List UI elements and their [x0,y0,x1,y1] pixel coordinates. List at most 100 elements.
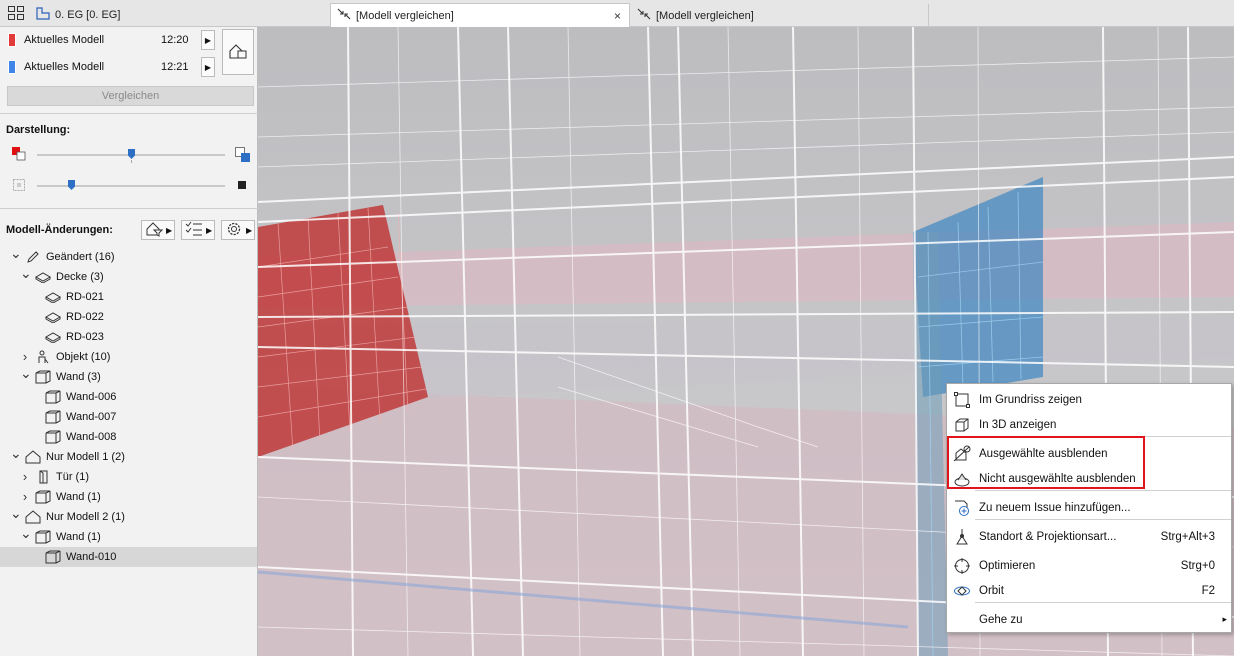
tab-bar: 0. EG [0. EG] [Modell vergleichen] × [Mo… [0,0,1234,27]
changes-heading: Modell-Änderungen: [6,224,113,236]
chevron-down-icon[interactable]: ⌄ [20,525,32,542]
house-swap-icon [228,42,248,63]
divider [0,113,258,114]
chevron-down-icon[interactable]: ⌄ [10,445,22,462]
menu-item[interactable]: Im Grundriss zeigen [947,387,1233,412]
model-1-select-button[interactable]: ▶ [201,30,215,50]
wall-icon [45,550,61,564]
menu-item[interactable]: Zu neuem Issue hinzufügen... [947,495,1233,520]
model-1-time: 12:20 [161,34,189,46]
menu-item[interactable]: In 3D anzeigen [947,412,1233,437]
tree-item[interactable]: ⌄ Nur Modell 2 (1) [0,505,257,527]
chevron-right-icon[interactable]: › [20,489,30,504]
tree-item-label: RD-021 [66,291,104,303]
menu-item[interactable]: Gehe zu ▸ [947,607,1233,632]
slider-2-thumb[interactable] [68,180,75,190]
slab-icon [45,290,61,304]
tree-item-label: Nur Modell 1 (2) [46,451,125,463]
door-icon [35,470,51,484]
tab-compare-1-label: [Modell vergleichen] [356,9,454,22]
tree-item-label: Nur Modell 2 (1) [46,511,125,523]
compare-panel: Aktuelles Modell 12:20 ▶ Aktuelles Model… [0,27,258,656]
wall-icon [35,490,51,504]
tree-item-label: Wand-007 [66,411,117,423]
tab-compare-2[interactable]: [Modell vergleichen] [631,4,929,27]
menu-item-shortcut: Strg+0 [1180,559,1215,572]
red-transparency-icon [12,147,26,161]
menu-item-label: Zu neuem Issue hinzufügen... [979,501,1131,514]
model-2-select-button[interactable]: ▶ [201,57,215,77]
model-2-color-swatch [8,60,16,74]
tree-item-label: Objekt (10) [56,351,111,363]
chevron-right-icon[interactable]: › [20,349,30,364]
tree-item-label: Wand-006 [66,391,117,403]
divider [0,208,258,209]
tree-item-label: Wand (1) [56,531,101,543]
context-menu: Im Grundriss zeigen In 3D anzeigen Ausgewä… [946,383,1232,633]
highlight-box [947,436,1145,489]
wall-icon [35,530,51,544]
tree-item[interactable]: RD-021 [0,287,257,307]
issue-add-icon [953,499,971,517]
tree-item-label: Tür (1) [56,471,89,483]
tree-item[interactable]: Wand-008 [0,427,257,447]
tree-item-label: Wand-010 [66,551,117,563]
menu-item-label: Orbit [979,584,1004,597]
chevron-down-icon[interactable]: ⌄ [20,265,32,282]
settings-button[interactable]: ▶ [221,220,255,240]
tree-item-label: Wand-008 [66,431,117,443]
tree-item[interactable]: RD-023 [0,327,257,347]
tree-item[interactable]: ⌄ Wand (3) [0,365,257,387]
menu-item-label: Im Grundriss zeigen [979,393,1082,406]
tree-item[interactable]: Wand-010 [0,547,257,567]
view-switcher-icon[interactable] [8,6,24,20]
filter-dropdown-button[interactable]: ▶ [141,220,175,240]
opacity-slider-1[interactable] [37,149,225,163]
tree-item[interactable]: › Wand (1) [0,487,257,507]
checklist-icon [185,221,203,239]
slider-1-thumb[interactable] [128,149,135,159]
model-2-label: Aktuelles Modell [24,61,105,73]
opacity-slider-2[interactable] [37,180,225,190]
blank-icon [953,611,971,629]
tree-item[interactable]: RD-022 [0,307,257,327]
menu-item[interactable]: Standort & Projektionsart... Strg+Alt+3 [947,524,1233,549]
menu-item[interactable]: Orbit F2 [947,578,1233,603]
camera-position-icon [953,528,971,546]
house-icon [25,450,41,464]
tab-compare-1[interactable]: [Modell vergleichen] × [330,3,630,27]
display-heading: Darstellung: [6,124,71,136]
list-options-button[interactable]: ▶ [181,220,215,240]
tree-item[interactable]: ⌄ Geändert (16) [0,245,257,267]
close-icon[interactable]: × [614,9,621,23]
menu-item[interactable]: Optimieren Strg+0 [947,553,1233,578]
chevron-right-icon[interactable]: › [20,469,30,484]
slab-icon [45,310,61,324]
tree-item[interactable]: ⌄ Decke (3) [0,265,257,287]
tree-item[interactable]: › Tür (1) [0,467,257,487]
tree-item[interactable]: ⌄ Nur Modell 1 (2) [0,445,257,467]
tree-item-label: Geändert (16) [46,251,115,263]
tree-item-label: Wand (1) [56,491,101,503]
model-1-color-swatch [8,33,16,47]
chevron-down-icon[interactable]: ⌄ [20,365,32,382]
wall-icon [45,390,61,404]
compare-icon [337,8,351,23]
wall-icon [45,430,61,444]
wall-icon [35,370,51,384]
menu-item-shortcut: ▸ [1222,614,1227,624]
wall-icon [45,410,61,424]
chevron-down-icon[interactable]: ⌄ [10,245,22,262]
house-icon [25,510,41,524]
swap-models-button[interactable] [222,29,254,75]
compare-button[interactable]: Vergleichen [7,86,254,106]
dropdown-arrow-icon: ▶ [206,225,213,235]
light-square-icon [13,179,25,191]
tree-item[interactable]: ⌄ Wand (1) [0,525,257,547]
layer-tab[interactable]: 0. EG [0. EG] [30,3,330,26]
chevron-down-icon[interactable]: ⌄ [10,505,22,522]
tree-item[interactable]: › Objekt (10) [0,347,257,367]
tree-item[interactable]: Wand-007 [0,407,257,427]
layer-tab-label: 0. EG [0. EG] [55,8,121,21]
tree-item[interactable]: Wand-006 [0,387,257,407]
